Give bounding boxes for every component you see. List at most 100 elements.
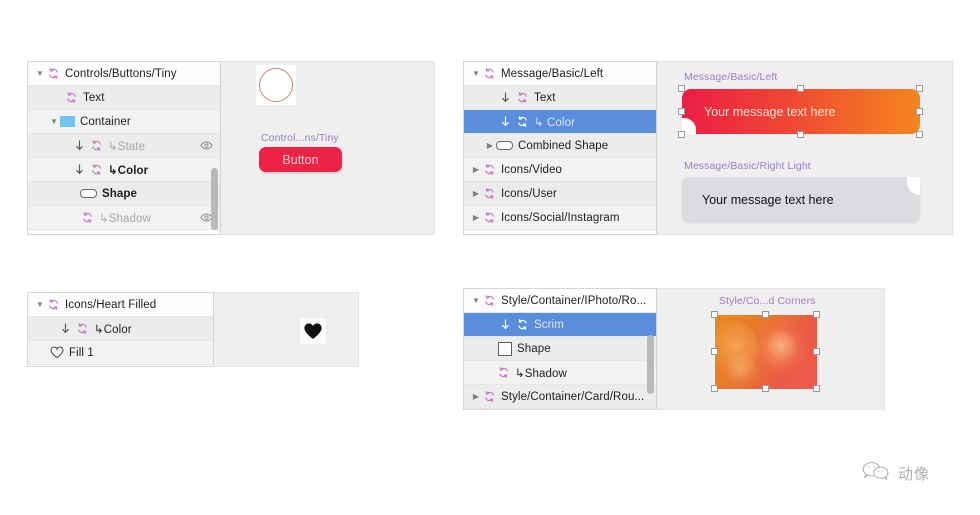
artboard-label-style-corners: Style/Co...d Corners xyxy=(719,295,816,307)
resize-handle-sw[interactable] xyxy=(711,385,718,392)
circle-outline-icon xyxy=(259,68,293,102)
symbol-icon xyxy=(496,365,511,380)
resize-handle-w[interactable] xyxy=(678,108,685,115)
photo-highlight xyxy=(765,331,797,363)
canvas-style-container[interactable]: Style/Co...d Corners xyxy=(656,288,885,410)
layer-row-shape[interactable]: Shape xyxy=(28,182,220,206)
resize-handle-w[interactable] xyxy=(711,348,718,355)
layer-row-message-basic-left[interactable]: ▼ Message/Basic/Left xyxy=(464,62,656,86)
layer-list-scrollbar[interactable] xyxy=(210,63,219,233)
symbol-icon xyxy=(482,210,497,225)
layer-label: Style/Container/Card/Rou... xyxy=(501,390,645,403)
canvas-controls-buttons-tiny[interactable]: Control...ns/Tiny Button xyxy=(220,61,435,235)
layer-row-color[interactable]: ↳Color xyxy=(28,158,220,182)
layer-row-controls-buttons-tiny[interactable]: ▼ Controls/Buttons/Tiny xyxy=(28,62,220,86)
circle-shape-thumbnail[interactable] xyxy=(256,65,296,105)
layer-label: Icons/User xyxy=(501,187,557,200)
override-arrow-icon xyxy=(498,91,512,105)
watermark: 动像 xyxy=(861,460,930,487)
layer-label: Text xyxy=(83,91,105,104)
layer-row-state[interactable]: ↳State xyxy=(28,134,220,158)
heart-filled-preview[interactable] xyxy=(300,318,326,344)
layer-row-scrim-selected[interactable]: Scrim xyxy=(464,313,656,337)
layer-row-shadow[interactable]: ↳Shadow xyxy=(28,206,220,230)
layer-label: Message/Basic/Left xyxy=(501,67,604,80)
heart-filled-icon xyxy=(304,323,322,339)
layer-row-icons-user[interactable]: ▶ Icons/User xyxy=(464,182,656,206)
layer-row-color[interactable]: ↳Color xyxy=(28,317,213,341)
layer-row-icons-video[interactable]: ▶ Icons/Video xyxy=(464,158,656,182)
override-arrow-icon xyxy=(498,318,512,332)
layer-label: ↳Color xyxy=(94,323,132,336)
resize-handle-ne[interactable] xyxy=(916,85,923,92)
layer-row-style-container-card[interactable]: ▶ Style/Container/Card/Rou... xyxy=(464,385,656,409)
resize-handle-se[interactable] xyxy=(813,385,820,392)
panel-group-icons-heart-filled: ▼ Icons/Heart Filled ↳Color Fill 1 xyxy=(27,292,359,367)
photo-preview[interactable] xyxy=(715,315,817,389)
resize-handle-n[interactable] xyxy=(762,311,769,318)
layer-list-controls-buttons-tiny[interactable]: ▼ Controls/Buttons/Tiny Text ▼ Container… xyxy=(27,61,220,235)
disclosure-triangle-closed-icon[interactable]: ▶ xyxy=(470,189,482,198)
disclosure-triangle-open-icon[interactable]: ▼ xyxy=(34,300,46,309)
disclosure-triangle-closed-icon[interactable]: ▶ xyxy=(470,165,482,174)
resize-handle-s[interactable] xyxy=(797,131,804,138)
scrollbar-thumb[interactable] xyxy=(647,334,654,394)
override-arrow-icon xyxy=(72,163,86,177)
resize-handle-s[interactable] xyxy=(762,385,769,392)
disclosure-triangle-open-icon[interactable]: ▼ xyxy=(470,296,482,305)
symbol-icon xyxy=(482,389,497,404)
layer-list-icons-heart-filled[interactable]: ▼ Icons/Heart Filled ↳Color Fill 1 xyxy=(27,292,213,367)
layer-row-text[interactable]: Text xyxy=(464,86,656,110)
layer-row-shape[interactable]: Shape xyxy=(464,337,656,361)
artboard-label-controls-tiny: Control...ns/Tiny xyxy=(261,132,339,144)
canvas-message-previews[interactable]: Message/Basic/Left Your message text her… xyxy=(656,61,953,235)
layer-row-icons-social-instagram[interactable]: ▶ Icons/Social/Instagram xyxy=(464,206,656,230)
layer-row-text[interactable]: Text xyxy=(28,86,220,110)
symbol-icon xyxy=(89,162,104,177)
scrollbar-thumb[interactable] xyxy=(211,168,218,230)
disclosure-triangle-closed-icon[interactable]: ▶ xyxy=(484,141,496,150)
artboard-label-message-left: Message/Basic/Left xyxy=(684,71,778,83)
symbol-icon xyxy=(482,66,497,81)
layer-list-scrollbar[interactable] xyxy=(646,290,655,408)
button-preview[interactable]: Button xyxy=(259,147,342,172)
resize-handle-nw[interactable] xyxy=(678,85,685,92)
symbol-icon xyxy=(46,297,61,312)
layer-list-message-basic-left[interactable]: ▼ Message/Basic/Left Text ↳ Color ▶ Comb… xyxy=(463,61,656,235)
symbol-icon xyxy=(515,317,530,332)
resize-handle-e[interactable] xyxy=(916,108,923,115)
resize-handle-sw[interactable] xyxy=(678,131,685,138)
layer-list-style-container[interactable]: ▼ Style/Container/IPhoto/Ro... Scrim Sha… xyxy=(463,288,656,410)
layer-row-fill-1[interactable]: Fill 1 xyxy=(28,341,213,365)
resize-handle-e[interactable] xyxy=(813,348,820,355)
layer-label: ↳Shadow xyxy=(99,212,151,225)
disclosure-triangle-open-icon[interactable]: ▼ xyxy=(470,69,482,78)
layer-label: Scrim xyxy=(534,318,564,331)
layer-row-icons-heart-filled[interactable]: ▼ Icons/Heart Filled xyxy=(28,293,213,317)
layer-row-combined-shape[interactable]: ▶ Combined Shape xyxy=(464,134,656,158)
resize-handle-ne[interactable] xyxy=(813,311,820,318)
resize-handle-se[interactable] xyxy=(916,131,923,138)
message-bubble-right-light[interactable]: Your message text here xyxy=(682,177,920,222)
symbol-icon xyxy=(75,321,90,336)
canvas-icons-heart-filled[interactable] xyxy=(213,292,359,367)
layer-row-color-selected[interactable]: ↳ Color xyxy=(464,110,656,134)
layer-row-container[interactable]: ▼ Container xyxy=(28,110,220,134)
disclosure-triangle-open-icon[interactable]: ▼ xyxy=(34,69,46,78)
rectangle-icon xyxy=(498,341,512,356)
layer-label: Fill 1 xyxy=(69,346,94,359)
disclosure-triangle-closed-icon[interactable]: ▶ xyxy=(470,213,482,222)
disclosure-triangle-closed-icon[interactable]: ▶ xyxy=(470,392,482,401)
layer-label: ↳Shadow xyxy=(515,367,567,380)
resize-handle-n[interactable] xyxy=(797,85,804,92)
symbol-icon xyxy=(482,186,497,201)
layer-row-shadow[interactable]: ↳Shadow xyxy=(464,361,656,385)
layer-label: Combined Shape xyxy=(518,139,609,152)
layer-row-style-container-iphoto[interactable]: ▼ Style/Container/IPhoto/Ro... xyxy=(464,289,656,313)
layer-label: Icons/Social/Instagram xyxy=(501,211,620,224)
layer-label: Style/Container/IPhoto/Ro... xyxy=(501,294,647,307)
symbol-icon xyxy=(64,90,79,105)
resize-handle-nw[interactable] xyxy=(711,311,718,318)
layer-label: Text xyxy=(534,91,556,104)
disclosure-triangle-open-icon[interactable]: ▼ xyxy=(48,117,60,126)
